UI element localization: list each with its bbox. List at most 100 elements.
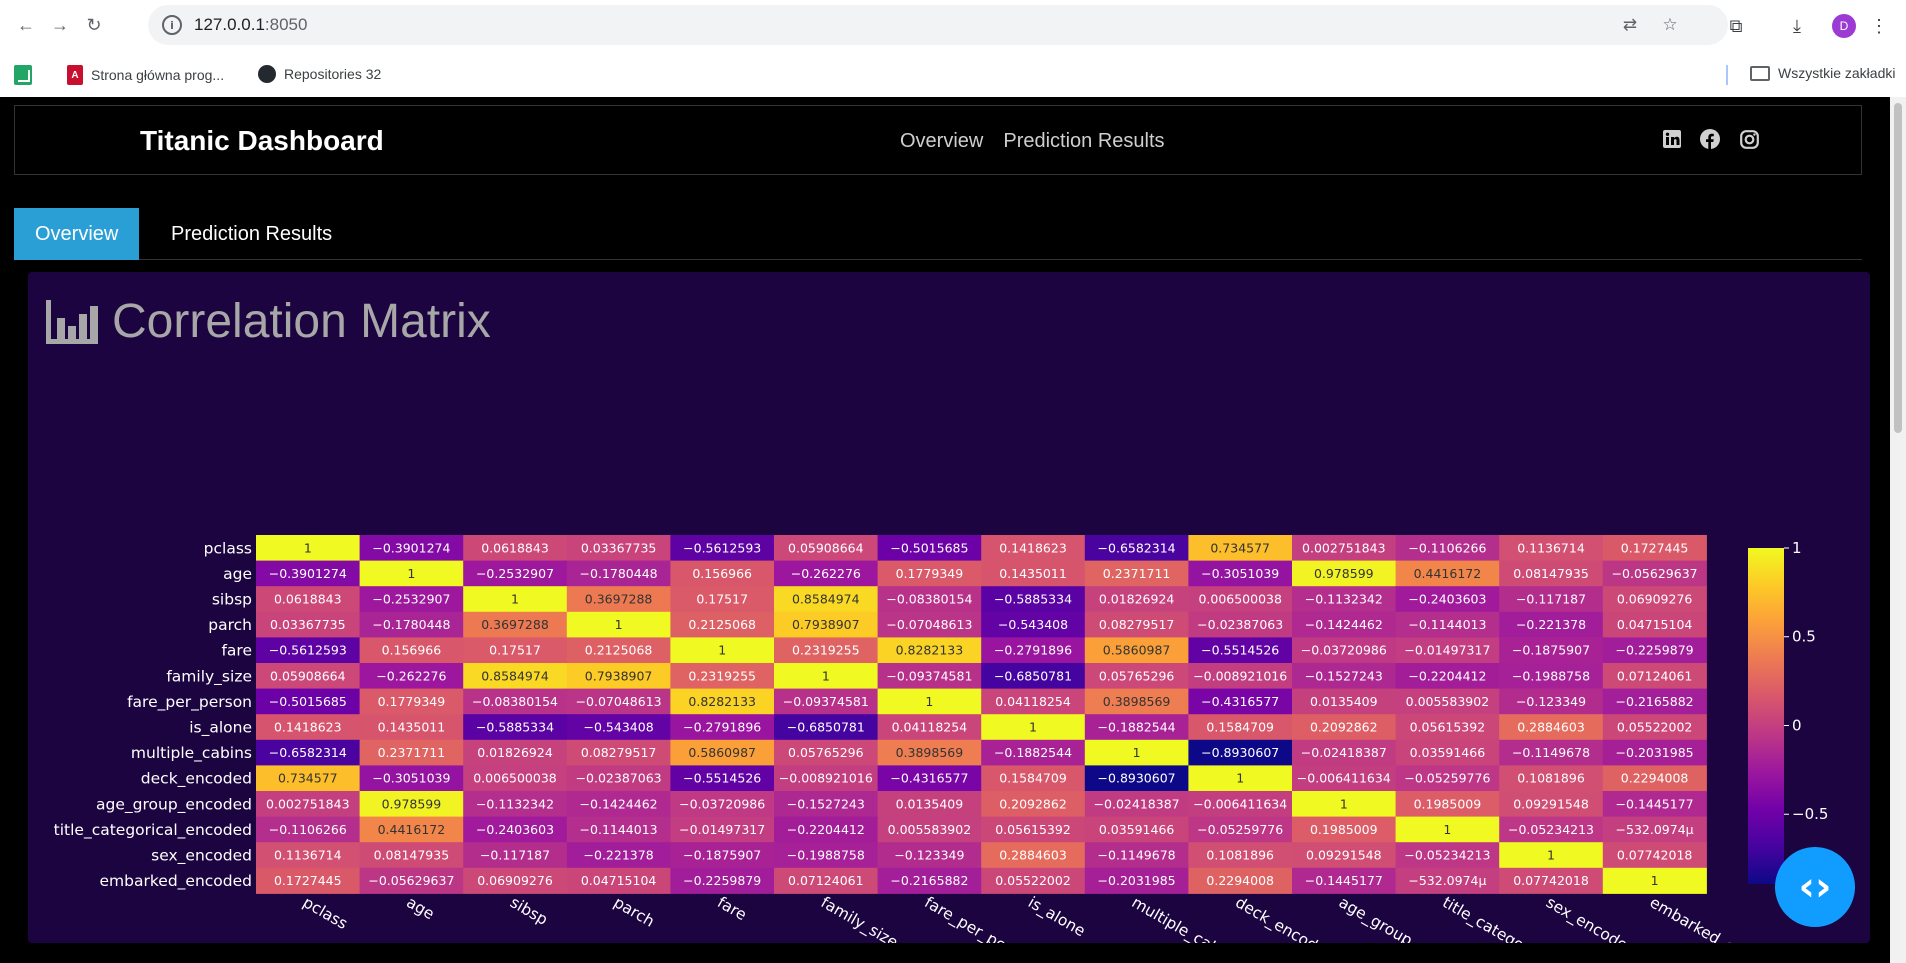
back-arrow-icon[interactable]: ← xyxy=(14,13,38,37)
cell-value: −0.2259879 xyxy=(683,873,761,888)
cell-value: 1 xyxy=(1029,720,1037,735)
cell-value: 0.01826924 xyxy=(1099,592,1175,607)
address-bar[interactable]: i 127.0.0.1:8050 ⇄ ☆ xyxy=(148,5,1728,45)
linkedin-icon[interactable] xyxy=(1661,128,1683,150)
tab-prediction-results[interactable]: Prediction Results xyxy=(150,208,353,260)
row-label: sibsp xyxy=(212,591,252,609)
cell-value: −0.05259776 xyxy=(1197,822,1283,837)
cell-value: −0.07048613 xyxy=(886,617,972,632)
translate-icon[interactable]: ⇄ xyxy=(1618,13,1642,37)
row-label: embarked_encoded xyxy=(100,872,252,891)
cell-value: −0.2031985 xyxy=(1616,745,1694,760)
cell-value: 0.1584709 xyxy=(999,771,1067,786)
cell-value: −0.5514526 xyxy=(1201,643,1279,658)
nav-link-prediction-results[interactable]: Prediction Results xyxy=(1003,130,1164,153)
cell-value: 0.978599 xyxy=(1314,566,1374,581)
cell-value: −0.01497317 xyxy=(679,822,765,837)
more-menu-icon[interactable]: ⋮ xyxy=(1866,13,1892,39)
cell-value: 0.06909276 xyxy=(1617,592,1693,607)
url-text[interactable]: 127.0.0.1:8050 xyxy=(194,15,307,35)
row-label: age_group_encoded xyxy=(96,795,252,814)
column-label: is_alone xyxy=(1025,893,1089,941)
cell-value: 0.2884603 xyxy=(999,848,1067,863)
reload-icon[interactable]: ↻ xyxy=(82,13,106,37)
cell-value: −0.2791896 xyxy=(994,643,1072,658)
cell-value: −0.02418387 xyxy=(1094,796,1180,811)
cell-value: 1 xyxy=(822,668,830,683)
cell-value: 0.2319255 xyxy=(792,643,860,658)
cell-value: 0.1985009 xyxy=(1310,822,1378,837)
bookmarks-separator xyxy=(1726,65,1728,85)
cell-value: 0.2092862 xyxy=(999,796,1067,811)
cell-value: −0.02387063 xyxy=(1197,617,1283,632)
row-label: title_categorical_encoded xyxy=(54,821,252,840)
cell-value: −0.2259879 xyxy=(1616,643,1694,658)
cell-value: −0.2532907 xyxy=(476,566,554,581)
cell-value: 0.7938907 xyxy=(792,617,860,632)
row-label: family_size xyxy=(166,667,252,686)
cell-value: 1 xyxy=(615,617,623,632)
download-icon[interactable]: ⤓ xyxy=(1784,13,1810,39)
nav-link-overview[interactable]: Overview xyxy=(900,130,983,153)
cell-value: −0.2532907 xyxy=(372,592,450,607)
correlation-heatmap[interactable]: 1 −0.3901274 0.0618843 0.03367735 −0.5612593… xyxy=(28,272,1870,943)
cell-value: 0.4416172 xyxy=(1414,566,1482,581)
profile-avatar[interactable]: D xyxy=(1832,14,1856,38)
cell-value: 0.006500038 xyxy=(473,771,557,786)
nav-links: Overview Prediction Results xyxy=(900,130,1165,153)
site-info-icon[interactable]: i xyxy=(162,15,182,35)
cell-value: −0.117187 xyxy=(1516,592,1586,607)
cell-value: −0.2791896 xyxy=(683,720,761,735)
cell-value: −0.2204412 xyxy=(1408,668,1486,683)
cell-value: 0.03367735 xyxy=(270,617,346,632)
cell-value: −0.8930607 xyxy=(1098,771,1176,786)
page-scrollbar[interactable] xyxy=(1890,97,1906,963)
row-label: is_alone xyxy=(189,719,252,738)
cell-value: 0.1584709 xyxy=(1206,720,1274,735)
all-bookmarks[interactable]: Wszystkie zakładki xyxy=(1750,65,1895,81)
sheets-icon xyxy=(14,65,32,85)
row-label: parch xyxy=(208,616,252,634)
brand-title[interactable]: Titanic Dashboard xyxy=(140,125,384,157)
cell-value: −0.1988758 xyxy=(787,848,865,863)
scrollbar-thumb[interactable] xyxy=(1894,103,1902,433)
forward-arrow-icon[interactable]: → xyxy=(48,13,72,37)
cell-value: 1 xyxy=(407,566,415,581)
cell-value: 0.8584974 xyxy=(481,668,549,683)
bookmark-strona[interactable]: A Strona główna prog... xyxy=(67,65,224,85)
column-label: deck_encoded xyxy=(1232,893,1338,943)
tab-overview[interactable]: Overview xyxy=(14,208,140,260)
cell-value: −0.2165882 xyxy=(890,873,968,888)
colorbar-tick-label: 0 xyxy=(1792,716,1802,734)
bookmark-sheets[interactable] xyxy=(14,65,32,85)
cell-value: 0.2294008 xyxy=(1206,873,1274,888)
column-label: fare_per_person xyxy=(921,893,1039,943)
cell-value: −0.2165882 xyxy=(1616,694,1694,709)
cell-value: −0.8930607 xyxy=(1201,745,1279,760)
cell-value: 0.4416172 xyxy=(378,822,446,837)
cell-value: −0.123349 xyxy=(894,848,964,863)
cell-value: −0.5514526 xyxy=(683,771,761,786)
colorbar-tick-label: −0.5 xyxy=(1792,805,1828,823)
code-brackets-icon[interactable]: ‹› xyxy=(1775,847,1855,927)
bookmark-star-icon[interactable]: ☆ xyxy=(1658,13,1682,37)
colorbar-tick-label: 1 xyxy=(1792,539,1802,557)
cell-value: −0.6850781 xyxy=(994,668,1072,683)
cell-value: 0.04715104 xyxy=(1617,617,1693,632)
column-label: pclass xyxy=(300,893,351,933)
cell-value: 0.05765296 xyxy=(1099,668,1175,683)
cell-value: 0.08279517 xyxy=(581,745,657,760)
facebook-icon[interactable] xyxy=(1699,128,1721,150)
cell-value: 0.978599 xyxy=(382,796,442,811)
instagram-icon[interactable] xyxy=(1738,128,1760,150)
browser-toolbar: ← → ↻ i 127.0.0.1:8050 ⇄ ☆ ⧉ ⤓ D ⋮ xyxy=(0,0,1906,52)
cell-value: −0.4316577 xyxy=(890,771,968,786)
cell-value: 0.3697288 xyxy=(585,592,653,607)
cell-value: 0.0135409 xyxy=(896,796,964,811)
extensions-icon[interactable]: ⧉ xyxy=(1723,13,1749,39)
bookmark-repositories[interactable]: Repositories 32 xyxy=(258,65,381,83)
cell-value: −0.5612593 xyxy=(683,540,761,555)
cell-value: −0.3051039 xyxy=(1201,566,1279,581)
cell-value: 1 xyxy=(1443,822,1451,837)
cell-value: −0.3901274 xyxy=(269,566,347,581)
